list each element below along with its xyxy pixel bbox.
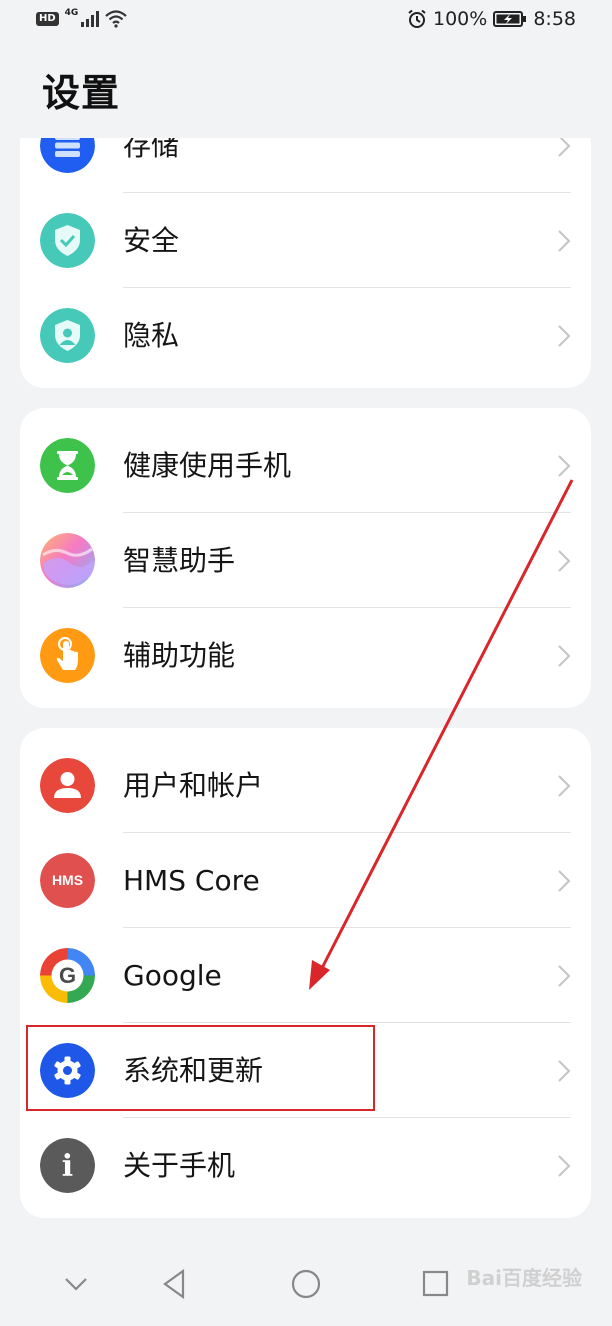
chevron-right-icon xyxy=(558,230,571,252)
settings-item-hms-core[interactable]: HMS HMS Core xyxy=(20,833,591,928)
wifi-icon xyxy=(105,10,128,28)
settings-group-1: 存储 安全 隐私 xyxy=(20,138,591,388)
hourglass-icon xyxy=(40,438,95,493)
chevron-right-icon xyxy=(558,138,571,157)
hms-icon-text: HMS xyxy=(52,872,83,888)
chevron-right-icon xyxy=(558,645,571,667)
nav-back-icon[interactable] xyxy=(153,1262,197,1306)
battery-charging-icon xyxy=(493,11,527,27)
chevron-right-icon xyxy=(558,325,571,347)
signal-icon xyxy=(81,11,100,27)
watermark: Bai百度经验 xyxy=(466,1266,582,1290)
settings-item-smart-assistant[interactable]: 智慧助手 xyxy=(20,513,591,608)
hd-badge: HD xyxy=(36,12,59,26)
chevron-right-icon xyxy=(558,1155,571,1177)
chevron-right-icon xyxy=(558,455,571,477)
settings-item-label: 辅助功能 xyxy=(123,639,236,672)
status-right: 100% 8:58 xyxy=(407,8,576,30)
status-bar: HD 4G 100% 8:58 xyxy=(0,0,612,44)
settings-item-label: 智慧助手 xyxy=(123,544,236,577)
storage-icon xyxy=(40,138,95,173)
settings-item-privacy[interactable]: 隐私 xyxy=(20,288,591,383)
clock-time: 8:58 xyxy=(533,8,576,30)
settings-item-storage[interactable]: 存储 xyxy=(20,138,591,193)
settings-item-label: 存储 xyxy=(123,138,180,162)
settings-item-label: 用户和帐户 xyxy=(123,769,264,802)
accessibility-hand-icon xyxy=(40,628,95,683)
chevron-right-icon xyxy=(558,775,571,797)
settings-item-label: 隐私 xyxy=(123,319,180,352)
settings-item-about-phone[interactable]: i 关于手机 xyxy=(20,1118,591,1213)
settings-item-label: Google xyxy=(123,959,222,992)
battery-percent: 100% xyxy=(433,8,488,30)
annotation-highlight-box xyxy=(26,1025,375,1111)
hms-core-icon: HMS xyxy=(40,853,95,908)
assistant-icon xyxy=(40,533,95,588)
chevron-right-icon xyxy=(558,870,571,892)
nav-home-icon[interactable] xyxy=(284,1262,328,1306)
google-icon: G xyxy=(40,948,95,1003)
user-icon xyxy=(40,758,95,813)
chevron-right-icon xyxy=(558,550,571,572)
nav-hide-chevron-icon[interactable] xyxy=(54,1262,98,1306)
chevron-right-icon xyxy=(558,965,571,987)
security-shield-icon xyxy=(40,213,95,268)
network-type: 4G xyxy=(64,8,79,18)
settings-group-3: 用户和帐户 HMS HMS Core G Google 系统和更新 i 关于手机 xyxy=(20,728,591,1218)
page-title: 设置 xyxy=(42,71,121,115)
privacy-icon xyxy=(40,308,95,363)
settings-item-users-accounts[interactable]: 用户和帐户 xyxy=(20,738,591,833)
info-icon: i xyxy=(40,1138,95,1193)
settings-item-digital-balance[interactable]: 健康使用手机 xyxy=(20,418,591,513)
settings-item-label: HMS Core xyxy=(123,864,260,897)
google-icon-text: G xyxy=(59,963,76,988)
status-left: HD 4G xyxy=(36,8,128,28)
info-icon-text: i xyxy=(62,1149,73,1184)
nav-recents-icon[interactable] xyxy=(414,1262,458,1306)
settings-item-google[interactable]: G Google xyxy=(20,928,591,1023)
settings-item-label: 安全 xyxy=(123,224,180,257)
settings-item-label: 关于手机 xyxy=(123,1149,236,1182)
settings-item-accessibility[interactable]: 辅助功能 xyxy=(20,608,591,703)
alarm-icon xyxy=(408,9,426,28)
settings-item-label: 健康使用手机 xyxy=(123,449,292,482)
settings-item-security[interactable]: 安全 xyxy=(20,193,591,288)
settings-group-2: 健康使用手机 智慧助手 辅助功能 xyxy=(20,408,591,708)
chevron-right-icon xyxy=(558,1060,571,1082)
